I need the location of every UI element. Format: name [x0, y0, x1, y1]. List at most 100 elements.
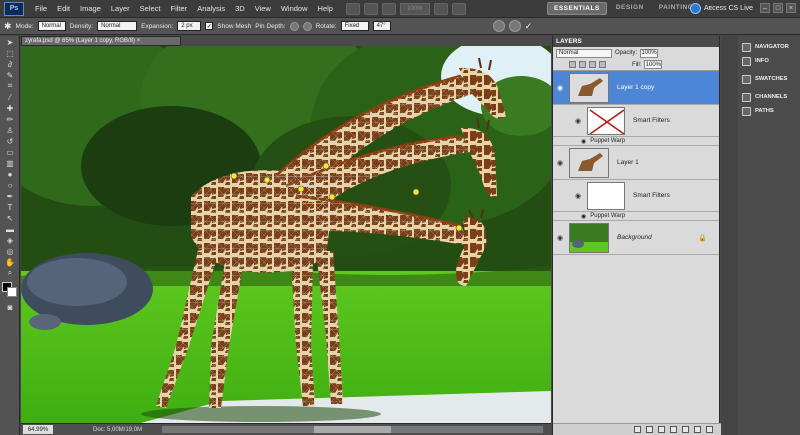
adjustment-layer-icon[interactable] [670, 426, 677, 433]
visibility-eye-icon[interactable]: ◉ [573, 116, 583, 126]
menu-view[interactable]: View [250, 4, 276, 13]
channels-panel-button[interactable]: CHANNELS [738, 90, 800, 104]
arrange-documents-icon[interactable] [433, 2, 448, 15]
smart-filters-row[interactable]: ◉ Smart Filters [553, 105, 719, 137]
gradient-tool-icon[interactable]: ▥ [3, 158, 17, 168]
hand-icon[interactable] [381, 2, 396, 15]
commit-warp-icon[interactable]: ✓ [525, 21, 533, 32]
eyedropper-tool-icon[interactable]: ⁄ [3, 92, 17, 102]
paths-panel-button[interactable]: PATHS [738, 104, 800, 118]
layer-name[interactable]: Layer 1 copy [617, 84, 654, 91]
new-layer-icon[interactable] [694, 426, 701, 433]
link-layers-icon[interactable] [634, 426, 641, 433]
visibility-eye-icon[interactable]: ◉ [555, 233, 565, 243]
horizontal-scrollbar[interactable] [162, 426, 543, 433]
marquee-tool-icon[interactable]: ⬚ [3, 48, 17, 58]
cancel-warp-icon[interactable] [508, 20, 521, 32]
blend-mode-select[interactable]: Normal [556, 48, 612, 58]
clone-stamp-tool-icon[interactable]: ♙ [3, 125, 17, 135]
smart-filters-row[interactable]: ◉ Smart Filters [553, 180, 719, 212]
visibility-eye-icon[interactable]: ◉ [573, 191, 583, 201]
menu-help[interactable]: Help [313, 4, 338, 13]
3d-orbit-tool-icon[interactable]: ◎ [3, 246, 17, 256]
pin-depth-front-icon[interactable] [289, 21, 299, 31]
crop-tool-icon[interactable]: ⌗ [3, 81, 17, 91]
lock-image-icon[interactable] [579, 61, 586, 68]
pin-depth-back-icon[interactable] [302, 21, 312, 31]
background-color-swatch[interactable] [7, 287, 17, 297]
fill-input[interactable]: 100% [644, 60, 663, 69]
layer-row[interactable]: ◉ Layer 1 copy [553, 71, 719, 105]
quick-mask-icon[interactable]: ◙ [3, 302, 17, 312]
menu-edit[interactable]: Edit [52, 4, 75, 13]
filter-row[interactable]: ◉ Puppet Warp [553, 212, 719, 221]
screen-mode-icon[interactable] [451, 2, 466, 15]
scrollbar-thumb[interactable] [314, 426, 391, 433]
type-tool-icon[interactable]: T [3, 202, 17, 212]
swatches-panel-button[interactable]: SWATCHES [738, 72, 800, 86]
path-selection-tool-icon[interactable]: ↖ [3, 213, 17, 223]
menu-analysis[interactable]: Analysis [192, 4, 230, 13]
layer-style-icon[interactable] [646, 426, 653, 433]
3d-rotate-tool-icon[interactable]: ◈ [3, 235, 17, 245]
info-panel-button[interactable]: INFO [738, 54, 800, 68]
rotate-select[interactable]: Fixed [340, 21, 369, 31]
hand-tool-icon[interactable]: ✋ [3, 257, 17, 267]
move-tool-icon[interactable]: ➤ [3, 37, 17, 47]
pen-tool-icon[interactable]: ✒ [3, 191, 17, 201]
layer-row[interactable]: ◉ Background 🔒 [553, 221, 719, 255]
visibility-eye-icon[interactable]: ◉ [555, 158, 565, 168]
mini-bridge-icon[interactable] [363, 2, 378, 15]
zoom-field[interactable]: 64.99% [23, 425, 53, 434]
density-select[interactable]: Normal [97, 21, 138, 31]
expansion-input[interactable]: 2 px [177, 21, 202, 31]
layer-row[interactable]: ◉ Layer 1 [553, 146, 719, 180]
dodge-tool-icon[interactable]: ○ [3, 180, 17, 190]
close-icon[interactable]: × [786, 3, 796, 13]
minimize-icon[interactable]: – [760, 3, 770, 13]
lasso-tool-icon[interactable]: ∂ [3, 59, 17, 69]
visibility-eye-icon[interactable]: ◉ [581, 138, 586, 145]
new-group-icon[interactable] [682, 426, 689, 433]
blur-tool-icon[interactable]: ● [3, 169, 17, 179]
remove-pins-icon[interactable] [492, 20, 505, 32]
opacity-input[interactable]: 100% [640, 48, 659, 58]
menu-image[interactable]: Image [75, 4, 106, 13]
brush-tool-icon[interactable]: ✏ [3, 114, 17, 124]
history-brush-tool-icon[interactable]: ↺ [3, 136, 17, 146]
puppet-warp-tool-icon[interactable]: ✱ [4, 21, 12, 32]
shape-tool-icon[interactable]: ▬ [3, 224, 17, 234]
zoom-level-dropdown[interactable]: 100% [399, 2, 430, 15]
menu-3d[interactable]: 3D [230, 4, 250, 13]
navigator-panel-button[interactable]: NAVIGATOR [738, 40, 800, 54]
layer-name[interactable]: Background [617, 234, 652, 241]
healing-brush-tool-icon[interactable]: ✚ [3, 103, 17, 113]
layers-tab[interactable]: LAYERS [553, 36, 719, 47]
zoom-tool-icon[interactable]: ⌕ [3, 268, 17, 278]
filter-row[interactable]: ◉ Puppet Warp [553, 137, 719, 146]
menu-file[interactable]: File [30, 4, 52, 13]
document-info[interactable]: Doc: 5,00M/19,0M [93, 427, 142, 433]
visibility-eye-icon[interactable]: ◉ [555, 83, 565, 93]
quick-selection-tool-icon[interactable]: ✎ [3, 70, 17, 80]
eraser-tool-icon[interactable]: ▭ [3, 147, 17, 157]
menu-select[interactable]: Select [135, 4, 166, 13]
layer-name[interactable]: Layer 1 [617, 159, 639, 166]
mode-select[interactable]: Normal [37, 21, 66, 31]
add-mask-icon[interactable] [658, 426, 665, 433]
document-canvas[interactable] [21, 46, 551, 423]
rotate-angle-input[interactable]: 47° [372, 21, 391, 31]
workspace-design[interactable]: DESIGN [610, 2, 650, 15]
delete-layer-icon[interactable] [706, 426, 713, 433]
bridge-icon[interactable] [345, 2, 360, 15]
menu-layer[interactable]: Layer [106, 4, 135, 13]
workspace-essentials[interactable]: ESSENTIALS [547, 2, 607, 15]
lock-position-icon[interactable] [589, 61, 596, 68]
lock-transparency-icon[interactable] [569, 61, 576, 68]
menu-filter[interactable]: Filter [166, 4, 193, 13]
visibility-eye-icon[interactable]: ◉ [581, 213, 586, 220]
show-mesh-checkbox[interactable]: ✓ [205, 22, 214, 30]
color-swatches[interactable] [2, 282, 18, 298]
menu-window[interactable]: Window [276, 4, 313, 13]
lock-all-icon[interactable] [599, 61, 606, 68]
